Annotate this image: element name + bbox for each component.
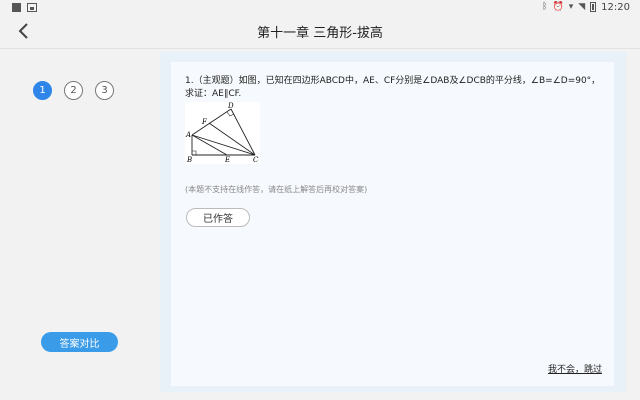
status-left-icons <box>12 3 37 12</box>
label-e: E <box>224 156 230 164</box>
page-title: 第十一章 三角形-拔高 <box>257 26 383 41</box>
question-nav-item-3[interactable]: 3 <box>95 81 114 100</box>
label-d: D <box>227 102 234 110</box>
question-nav-item-2[interactable]: 2 <box>64 81 83 100</box>
answered-button[interactable]: 已作答 <box>186 208 250 227</box>
status-bar: ᛒ ⏰ ▾ ◥ 12:20 <box>0 0 640 14</box>
status-right-icons: ᛒ ⏰ ▾ ◥ 12:20 <box>542 1 630 13</box>
label-b: B <box>186 156 192 164</box>
question-nav-item-1[interactable]: 1 <box>33 81 52 100</box>
label-a: A <box>185 131 191 139</box>
signal-icon: ▾ <box>568 2 574 12</box>
label-c: C <box>253 156 259 164</box>
alarm-icon: ⏰ <box>552 2 564 12</box>
bluetooth-icon: ᛒ <box>542 2 548 12</box>
question-card: 1.（主观题）如图，已知在四边形ABCD中，AE、CF分别是∠DAB及∠DCB的… <box>171 62 614 386</box>
compare-answers-button[interactable]: 答案对比 <box>41 332 118 352</box>
image-icon <box>27 3 37 12</box>
skip-link[interactable]: 我不会，跳过 <box>548 362 602 375</box>
app-bar: 第十一章 三角形-拔高 <box>0 14 640 49</box>
square-icon <box>12 3 21 12</box>
battery-icon <box>590 2 597 12</box>
question-nav: 1 2 3 <box>33 81 114 100</box>
question-panel: 1.（主观题）如图，已知在四边形ABCD中，AE、CF分别是∠DAB及∠DCB的… <box>160 52 626 392</box>
wifi-icon: ◥ <box>578 2 586 12</box>
geometry-figure: D F A B E C <box>185 102 260 164</box>
status-time: 12:20 <box>601 1 630 13</box>
offline-answer-note: (本题不支持在线作答，请在纸上解答后再校对答案) <box>185 185 368 194</box>
question-text: 1.（主观题）如图，已知在四边形ABCD中，AE、CF分别是∠DAB及∠DCB的… <box>185 76 601 99</box>
